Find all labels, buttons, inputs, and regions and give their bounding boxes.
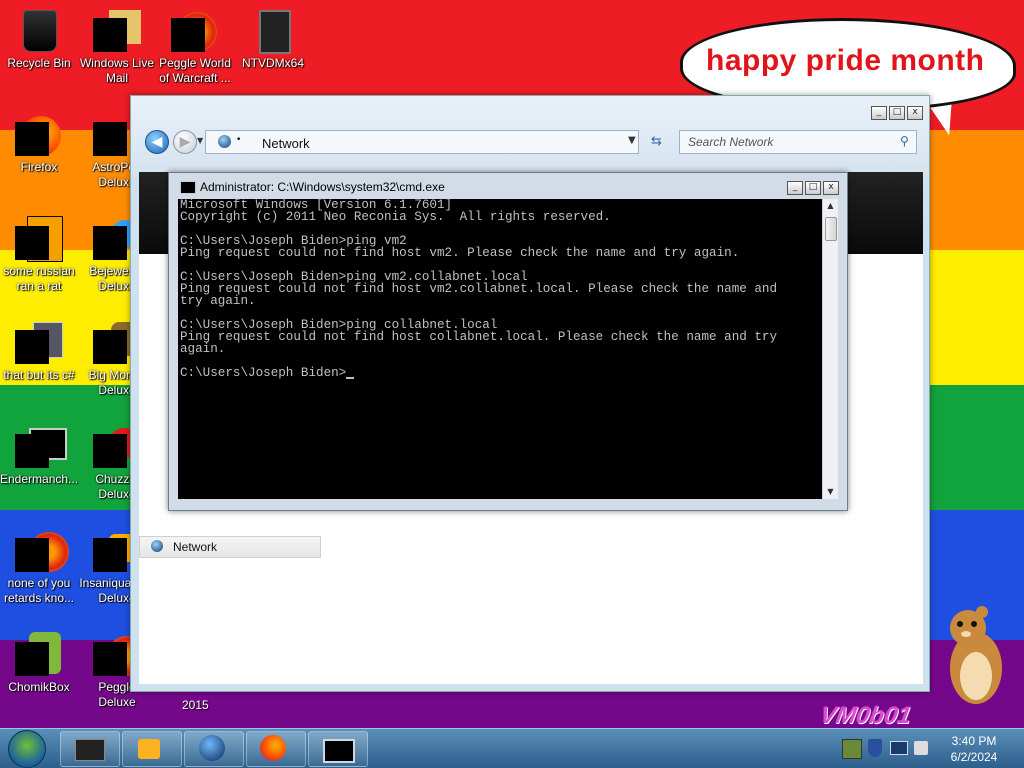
peggle-icon xyxy=(15,526,69,574)
start-button[interactable] xyxy=(8,730,46,768)
icon-label: none of you retards kno... xyxy=(3,576,75,605)
address-dropdown-icon[interactable]: ▼ xyxy=(628,135,636,146)
console-line: Ping request could not find host vm2. Pl… xyxy=(180,246,740,260)
tray-app-icon[interactable] xyxy=(842,739,862,759)
firefox-icon xyxy=(15,110,63,158)
nav-pane-label: Network xyxy=(173,540,218,554)
shield-icon[interactable] xyxy=(868,739,882,757)
firefox-icon xyxy=(260,735,286,761)
desktop-icon-csharp[interactable]: that but its c# xyxy=(0,318,78,383)
close-button[interactable]: x xyxy=(823,181,839,195)
console-line: try again. xyxy=(180,294,256,308)
desktop-icon-chomikbox[interactable]: ChomikBox xyxy=(0,630,78,695)
console-scrollbar[interactable]: ▲ ▼ xyxy=(822,199,838,499)
icon-label: Firefox xyxy=(20,160,58,174)
system-tray xyxy=(836,731,936,765)
clock-date: 6/2/2024 xyxy=(950,750,998,764)
desktop-icon-endermanch[interactable]: Endermanch... xyxy=(0,422,78,487)
refresh-icon[interactable]: ⇆ xyxy=(651,134,662,149)
exe-icon xyxy=(15,214,63,262)
icon-label: that but its c# xyxy=(3,368,75,382)
cmd-window[interactable]: Administrator: C:\Windows\system32\cmd.e… xyxy=(168,172,848,511)
desktop-icon-none-of-you[interactable]: none of you retards kno... xyxy=(0,526,78,606)
address-bar[interactable]: • Network ▼ xyxy=(205,130,639,154)
maximize-button[interactable]: □ xyxy=(889,106,905,120)
peggle-icon xyxy=(171,6,219,54)
icon-label: some russian ran a rat xyxy=(3,264,75,293)
text-cursor xyxy=(346,377,355,379)
scroll-down-icon[interactable]: ▼ xyxy=(823,485,838,499)
explorer-icon xyxy=(75,739,105,761)
ntvdm-icon xyxy=(249,6,297,54)
desktop: happy pride month Recycle Bin Firefox so… xyxy=(0,0,1024,768)
search-input[interactable]: Search Network ⚲ xyxy=(679,130,917,154)
taskbar-clock[interactable]: 3:40 PM 6/2/2024 xyxy=(938,733,1010,765)
explorer-window-controls: _ □ x xyxy=(871,106,923,120)
console-line: Copyright (c) 2011 Neo Reconia Sys. All … xyxy=(180,210,611,224)
cmd-title: Administrator: C:\Windows\system32\cmd.e… xyxy=(200,180,445,194)
cmd-icon xyxy=(323,739,355,763)
desktop-icon-russian-rat[interactable]: some russian ran a rat xyxy=(0,214,78,294)
search-icon[interactable]: ⚲ xyxy=(900,134,909,148)
minimize-button[interactable]: _ xyxy=(787,181,803,195)
clock-time: 3:40 PM xyxy=(951,734,997,748)
console-text: Microsoft Windows [Version 6.1.7601] Cop… xyxy=(178,199,822,380)
hamster-image xyxy=(950,606,1002,704)
desktop-year-text: 2015 xyxy=(182,698,209,712)
forward-button[interactable]: ▶ xyxy=(173,130,197,154)
scroll-thumb[interactable] xyxy=(825,217,837,241)
breadcrumb-separator-icon: • xyxy=(236,135,242,145)
back-button[interactable]: ◀ xyxy=(145,130,169,154)
search-placeholder: Search Network xyxy=(688,135,774,149)
enderman-icon xyxy=(15,422,67,470)
icon-label: Peggle World of Warcraft ... xyxy=(159,56,231,85)
console-line: again. xyxy=(180,342,226,356)
desktop-icon-firefox[interactable]: Firefox xyxy=(0,110,78,175)
close-button[interactable]: x xyxy=(907,106,923,120)
console-output[interactable]: Microsoft Windows [Version 6.1.7601] Cop… xyxy=(178,199,822,499)
console-line: Ping request could not find host vm2.col… xyxy=(180,282,778,296)
scroll-up-icon[interactable]: ▲ xyxy=(823,199,838,213)
maximize-button[interactable]: □ xyxy=(805,181,821,195)
network-icon xyxy=(218,135,231,148)
desktop-icon-peggle-wow[interactable]: Peggle World of Warcraft ... xyxy=(156,6,234,86)
network-icon xyxy=(199,735,225,761)
recent-pages-chevron-icon[interactable]: ▼ xyxy=(197,136,203,145)
icon-label: Recycle Bin xyxy=(7,56,71,70)
desktop-icon-ntvdmx64[interactable]: NTVDMx64 xyxy=(234,6,312,71)
cmd-window-controls: _ □ x xyxy=(787,181,839,195)
icon-label: ChomikBox xyxy=(8,680,70,694)
wallpaper-vm-text: VM0b01 xyxy=(817,702,914,729)
mail-icon xyxy=(93,6,141,54)
recycle-bin-icon xyxy=(15,6,63,54)
nav-pane-item-network[interactable] xyxy=(139,536,321,558)
chomikbox-icon xyxy=(15,630,63,678)
minimize-button[interactable]: _ xyxy=(871,106,887,120)
desktop-icon-windows-live-mail[interactable]: Windows Live Mail xyxy=(78,6,156,86)
display-icon[interactable] xyxy=(890,741,908,755)
console-line: Ping request could not find host collabn… xyxy=(180,330,778,344)
speech-bubble-text: happy pride month xyxy=(706,44,985,77)
media-player-icon xyxy=(138,739,160,759)
icon-label: Endermanch... xyxy=(0,472,79,486)
address-text: Network xyxy=(262,136,310,151)
cmd-icon xyxy=(180,181,196,194)
network-icon xyxy=(151,540,163,552)
desktop-icon-recycle-bin[interactable]: Recycle Bin xyxy=(0,6,78,71)
csharp-icon xyxy=(15,318,63,366)
icon-label: Windows Live Mail xyxy=(79,56,155,85)
console-prompt: C:\Users\Joseph Biden> xyxy=(180,366,347,380)
speaker-icon[interactable] xyxy=(914,741,928,755)
icon-label: NTVDMx64 xyxy=(241,56,304,70)
